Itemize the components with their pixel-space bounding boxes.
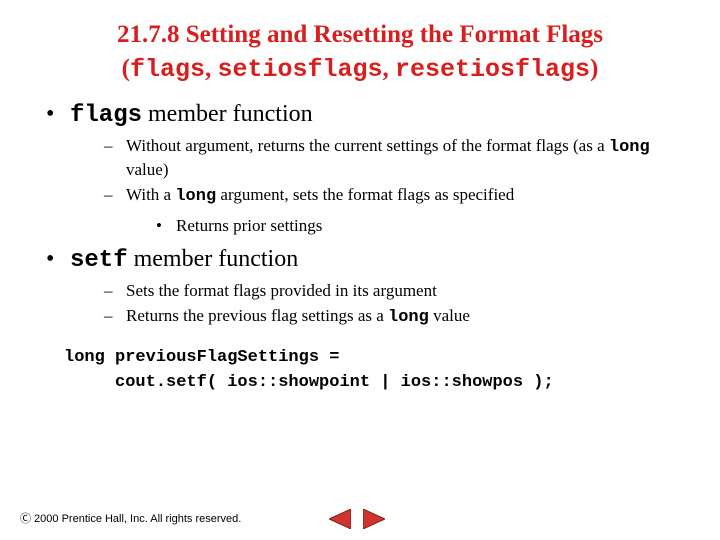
title-code-resetiosflags: resetiosflags bbox=[395, 55, 590, 84]
title-paren-open: ( bbox=[122, 55, 130, 82]
title-code-setiosflags: setiosflags bbox=[217, 55, 382, 84]
code-line-1: long previousFlagSettings = bbox=[64, 348, 339, 367]
flags-dash-1: Without argument, returns the current se… bbox=[104, 135, 684, 183]
bullet-setf-text: member function bbox=[128, 246, 299, 272]
flags-d1-long: long bbox=[609, 138, 650, 157]
next-button[interactable] bbox=[362, 508, 386, 530]
code-line-2: cout.setf( ios::showpoint | ios::showpos… bbox=[64, 373, 554, 392]
flags-dash-2: With a long argument, sets the format fl… bbox=[104, 184, 684, 238]
triangle-left-icon bbox=[329, 509, 351, 529]
prev-button[interactable] bbox=[328, 508, 352, 530]
flags-d1a: Without argument, returns the current se… bbox=[126, 136, 609, 155]
title-paren-close: ) bbox=[590, 55, 598, 82]
setf-dash-2: Returns the previous flag settings as a … bbox=[104, 305, 684, 330]
flags-d1c: value) bbox=[126, 160, 168, 179]
flags-d2c: argument, sets the format flags as speci… bbox=[216, 185, 514, 204]
bullet-flags: flags member function Without argument, … bbox=[42, 101, 684, 239]
flags-d2a: With a bbox=[126, 185, 175, 204]
setf-dash-1: Sets the format flags provided in its ar… bbox=[104, 280, 684, 303]
setf-d2-long: long bbox=[388, 308, 429, 327]
slide-title: 21.7.8 Setting and Resetting the Format … bbox=[36, 18, 684, 87]
triangle-right-icon bbox=[363, 509, 385, 529]
title-sep1: , bbox=[205, 55, 218, 82]
title-code-flags: flags bbox=[130, 55, 205, 84]
bullet-flags-text: member function bbox=[142, 101, 313, 127]
flags-sub-1: Returns prior settings bbox=[156, 215, 684, 238]
nav-buttons bbox=[328, 508, 386, 530]
copyright-footer: Ⓒ 2000 Prentice Hall, Inc. All rights re… bbox=[20, 510, 241, 526]
bullet-setf-code: setf bbox=[70, 247, 128, 274]
bullet-setf: setf member function Sets the format fla… bbox=[42, 246, 684, 330]
bullet-list: flags member function Without argument, … bbox=[36, 101, 684, 331]
title-line1: 21.7.8 Setting and Resetting the Format … bbox=[117, 21, 603, 48]
flags-d2-long: long bbox=[175, 187, 216, 206]
title-sep2: , bbox=[383, 55, 396, 82]
setf-d2a: Returns the previous flag settings as a bbox=[126, 306, 388, 325]
setf-d2c: value bbox=[429, 306, 470, 325]
code-example: long previousFlagSettings = cout.setf( i… bbox=[64, 346, 684, 395]
bullet-flags-code: flags bbox=[70, 102, 142, 129]
